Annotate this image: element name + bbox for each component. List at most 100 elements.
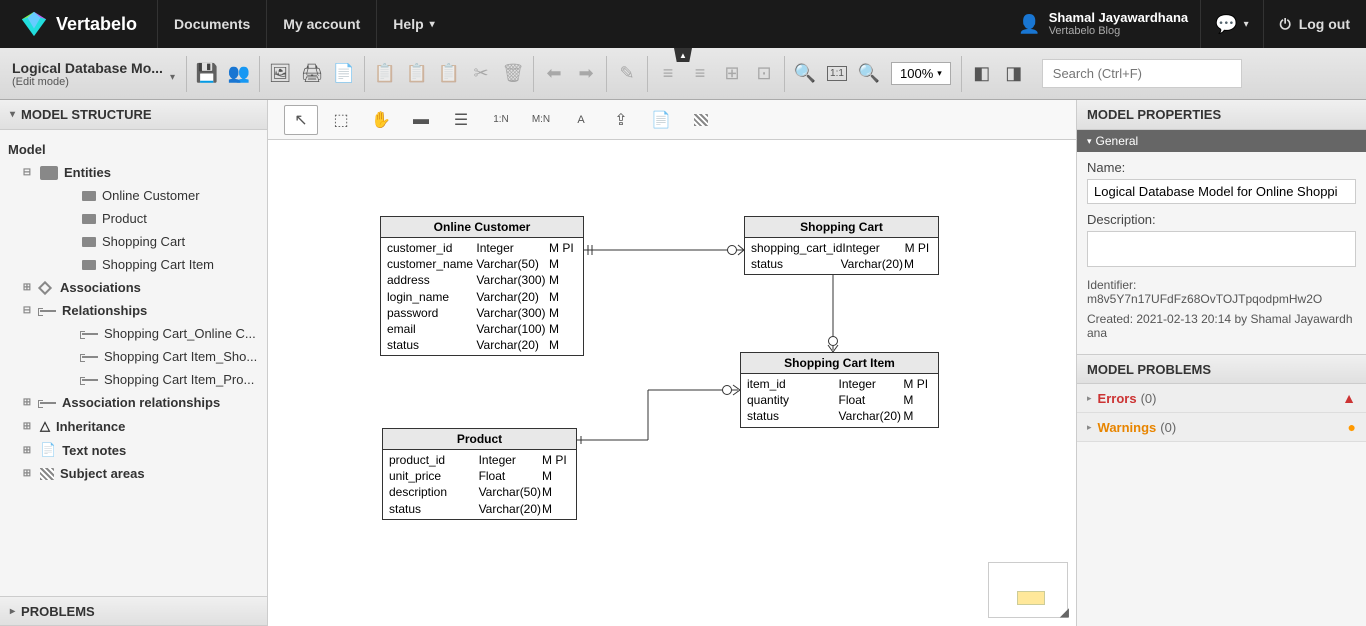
warning-circle-icon: ● <box>1348 419 1356 435</box>
errors-row[interactable]: ▸ Errors (0) ▲ <box>1077 384 1366 413</box>
logout-button[interactable]: ⏻ Log out <box>1263 0 1366 48</box>
align-left-button[interactable]: ≡ <box>652 58 684 90</box>
entity-title: Online Customer <box>381 217 583 238</box>
tree-associations[interactable]: ⊞Associations <box>0 276 267 299</box>
pan-tool[interactable]: ✋ <box>364 105 398 135</box>
plus-icon: ⊞ <box>20 445 34 456</box>
edit-button[interactable]: ✎ <box>611 58 643 90</box>
tree-inheritance[interactable]: ⊞△Inheritance <box>0 414 267 438</box>
zoom-select[interactable]: 100% ▾ <box>891 62 951 85</box>
tree-rel-item-product[interactable]: Shopping Cart Item_Pro... <box>0 368 267 391</box>
cut-button[interactable]: ✂ <box>465 58 497 90</box>
minimap[interactable]: ◢ <box>988 562 1068 618</box>
tree-entities[interactable]: ⊟Entities <box>0 161 267 184</box>
one-to-many-tool[interactable]: 1:N <box>484 105 518 135</box>
brand-logo[interactable]: Vertabelo <box>0 10 157 38</box>
chevron-right-icon: ▸ <box>1087 393 1092 404</box>
save-button[interactable]: 💾 <box>191 58 223 90</box>
entity-icon <box>82 214 96 224</box>
entity-shopping-cart[interactable]: Shopping Cart shopping_cart_idIntegerM P… <box>744 216 939 275</box>
model-name-input[interactable] <box>1087 179 1356 204</box>
model-properties-header[interactable]: MODEL PROPERTIES <box>1077 100 1366 130</box>
note-tool-icon: 📄 <box>651 110 671 130</box>
many-to-many-tool[interactable]: M:N <box>524 105 558 135</box>
tree-subject-areas[interactable]: ⊞Subject areas <box>0 462 267 485</box>
document-title-area[interactable]: Logical Database Mo... (Edit mode) ▾ <box>8 60 186 88</box>
document-title: Logical Database Mo... <box>12 60 186 76</box>
resize-handle-icon[interactable]: ◢ <box>1060 605 1069 619</box>
m-n-icon: M:N <box>532 114 550 125</box>
delete-button[interactable]: 🗑 <box>497 58 529 90</box>
association-tool[interactable]: A <box>564 105 598 135</box>
redo-icon: ➡ <box>578 63 593 84</box>
panel-right-toggle[interactable]: ◨ <box>998 58 1030 90</box>
marquee-icon: ⬚ <box>333 110 348 130</box>
note-tool[interactable]: 📄 <box>644 105 678 135</box>
paste-special-icon: 📋 <box>438 63 460 84</box>
hand-icon: ✋ <box>371 110 391 130</box>
nav-my-account[interactable]: My account <box>266 0 376 48</box>
redo-button[interactable]: ➡ <box>570 58 602 90</box>
relationship-icon <box>82 356 98 358</box>
tree-text-notes[interactable]: ⊞📄Text notes <box>0 438 267 462</box>
doc-export-button[interactable]: 📄 <box>328 58 360 90</box>
minus-icon: ⊟ <box>20 167 34 178</box>
pointer-tool[interactable]: ↖ <box>284 105 318 135</box>
general-section-header[interactable]: ▾ General <box>1077 130 1366 152</box>
entity-shopping-cart-item[interactable]: Shopping Cart Item item_idIntegerM PI qu… <box>740 352 939 428</box>
description-label: Description: <box>1087 212 1356 227</box>
tree-rel-item-cart[interactable]: Shopping Cart Item_Sho... <box>0 345 267 368</box>
chat-button[interactable]: 💬▾ <box>1200 0 1262 48</box>
copy-button[interactable]: 📋 <box>369 58 401 90</box>
search-input[interactable] <box>1042 59 1242 88</box>
table-icon: ☰ <box>454 110 468 130</box>
paste-button[interactable]: 📋 <box>401 58 433 90</box>
model-problems-header[interactable]: MODEL PROBLEMS <box>1077 354 1366 384</box>
zoom-fit-button[interactable]: 1:1 <box>821 58 853 90</box>
subject-area-tool[interactable] <box>684 105 718 135</box>
entity-tool[interactable]: ▬ <box>404 105 438 135</box>
tree-relationships[interactable]: ⊟Relationships <box>0 299 267 322</box>
zoom-out-button[interactable]: 🔍 <box>789 58 821 90</box>
distribute-button[interactable]: ⊞ <box>716 58 748 90</box>
chevron-down-icon: ▾ <box>1087 136 1092 147</box>
print-button[interactable]: 🖨 <box>296 58 328 90</box>
tree-entity-shopping-cart-item[interactable]: Shopping Cart Item <box>0 253 267 276</box>
chevron-right-icon: ▸ <box>1087 422 1092 433</box>
warnings-row[interactable]: ▸ Warnings (0) ● <box>1077 413 1366 442</box>
user-menu[interactable]: 👤 Shamal Jayawardhana Vertabelo Blog <box>1006 10 1200 39</box>
assoc-tool-icon: A <box>577 114 584 126</box>
tree-entity-product[interactable]: Product <box>0 207 267 230</box>
undo-button[interactable]: ⬅ <box>538 58 570 90</box>
paste-special-button[interactable]: 📋 <box>433 58 465 90</box>
share-button[interactable]: 👥 <box>223 58 255 90</box>
nav-help[interactable]: Help▾ <box>376 0 450 48</box>
model-structure-header[interactable]: ▾ MODEL STRUCTURE <box>0 100 267 130</box>
zoom-in-button[interactable]: 🔍 <box>853 58 885 90</box>
tree-entity-shopping-cart[interactable]: Shopping Cart <box>0 230 267 253</box>
align-center-button[interactable]: ≡ <box>684 58 716 90</box>
entity-icon <box>82 191 96 201</box>
tree-entity-online-customer[interactable]: Online Customer <box>0 184 267 207</box>
problems-panel-header[interactable]: ▸ PROBLEMS <box>0 596 267 626</box>
tree-root-model[interactable]: Model <box>0 138 267 161</box>
app-header: Vertabelo Documents My account Help▾ 👤 S… <box>0 0 1366 48</box>
warning-triangle-icon: ▲ <box>1342 390 1356 406</box>
relationship-icon <box>82 379 98 381</box>
tree-rel-cart-customer[interactable]: Shopping Cart_Online C... <box>0 322 267 345</box>
nav-documents[interactable]: Documents <box>157 0 266 48</box>
assoc-rel-icon <box>40 402 56 404</box>
entity-product[interactable]: Product product_idIntegerM PI unit_price… <box>382 428 577 520</box>
marquee-tool[interactable]: ⬚ <box>324 105 358 135</box>
diagram-canvas[interactable]: Online Customer customer_idIntegerM PI c… <box>268 140 1076 626</box>
table-tool[interactable]: ☰ <box>444 105 478 135</box>
image-export-button[interactable]: 🖼 <box>264 58 296 90</box>
arrange-button[interactable]: ⊡ <box>748 58 780 90</box>
canvas-toolbar: ↖ ⬚ ✋ ▬ ☰ 1:N M:N A ⇪ 📄 <box>268 100 1076 140</box>
entity-online-customer[interactable]: Online Customer customer_idIntegerM PI c… <box>380 216 584 356</box>
model-description-input[interactable] <box>1087 231 1356 267</box>
panel-left-toggle[interactable]: ◧ <box>966 58 998 90</box>
tree-assoc-relationships[interactable]: ⊞Association relationships <box>0 391 267 414</box>
inheritance-tool[interactable]: ⇪ <box>604 105 638 135</box>
chevron-down-icon: ▾ <box>170 72 175 83</box>
